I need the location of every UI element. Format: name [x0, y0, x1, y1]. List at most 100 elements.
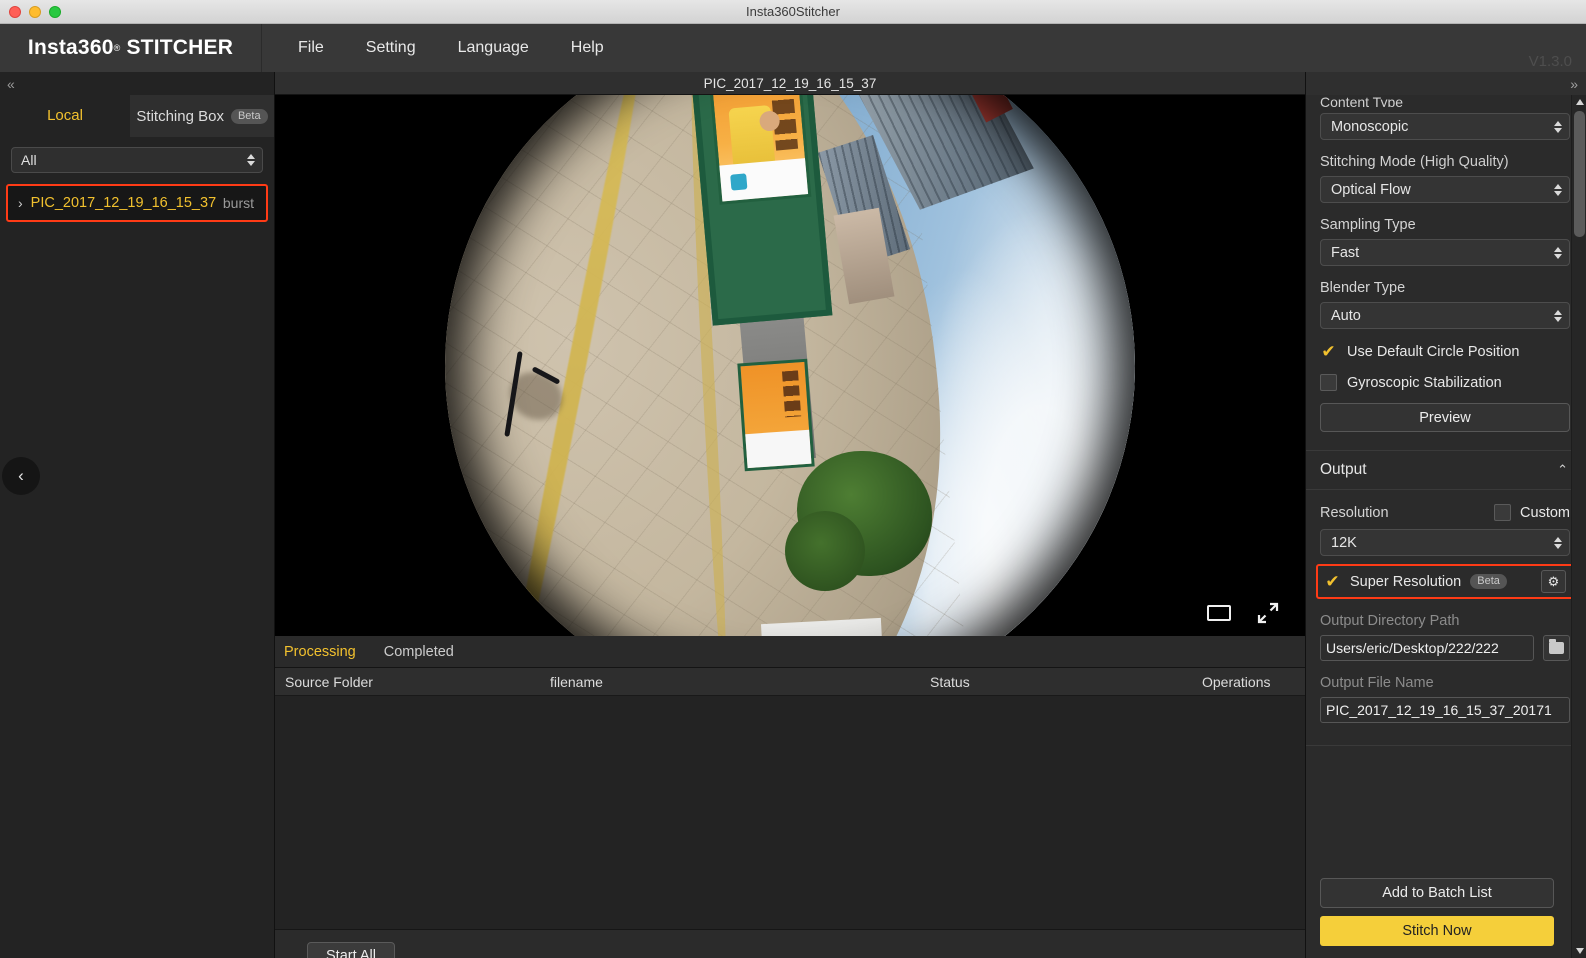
- use-default-circle-position-checkbox[interactable]: [1320, 343, 1337, 360]
- stitching-mode-label-text: Stitching Mode: [1320, 154, 1416, 170]
- menubar: Insta360® STITCHER File Setting Language…: [0, 24, 1586, 72]
- chevron-double-left-icon: «: [7, 76, 15, 92]
- beta-badge: Beta: [231, 109, 268, 124]
- settings-divider: [1306, 745, 1584, 746]
- menu-items: File Setting Language Help: [296, 35, 606, 61]
- stitching-mode-select[interactable]: Optical Flow: [1320, 176, 1570, 203]
- settings-panel: » Content Type Monoscopic Stitching Mode…: [1305, 72, 1586, 958]
- stepper-arrows-icon: [1554, 247, 1562, 259]
- flat-view-icon[interactable]: [1207, 605, 1231, 621]
- output-directory-input[interactable]: Users/eric/Desktop/222/222: [1320, 635, 1534, 661]
- output-section-header[interactable]: Output ⌃: [1306, 450, 1584, 490]
- content-type-value: Monoscopic: [1331, 119, 1408, 135]
- stepper-arrows-icon: [1554, 310, 1562, 322]
- lens-vignette: [445, 95, 1135, 636]
- page-title: PIC_2017_12_19_16_15_37: [704, 76, 877, 91]
- settings-scroll-region: Content Type Monoscopic Stitching Mode (…: [1306, 95, 1586, 958]
- output-directory-row: Users/eric/Desktop/222/222: [1320, 635, 1570, 661]
- stepper-arrows-icon: [247, 154, 255, 166]
- menu-language[interactable]: Language: [456, 35, 531, 61]
- file-filter-value: All: [21, 152, 37, 168]
- queue-table-header: Source Folder filename Status Operations: [275, 668, 1305, 696]
- chevron-up-icon[interactable]: ⌃: [1557, 462, 1568, 478]
- settings-actions: Add to Batch List Stitch Now: [1306, 878, 1570, 946]
- add-to-batch-list-button[interactable]: Add to Batch List: [1320, 878, 1554, 908]
- custom-resolution-toggle[interactable]: Custom: [1494, 504, 1570, 521]
- content-type-select[interactable]: Monoscopic: [1320, 113, 1570, 140]
- queue-table-body: [275, 696, 1305, 929]
- panel-collapse-handle[interactable]: ‹: [2, 457, 40, 495]
- column-header-status: Status: [920, 674, 1192, 690]
- preview-title-bar: PIC_2017_12_19_16_15_37: [275, 72, 1305, 95]
- chevron-double-right-icon: »: [1570, 76, 1578, 92]
- file-item-name: PIC_2017_12_19_16_15_37: [31, 195, 223, 211]
- stitching-mode-label: Stitching Mode (High Quality): [1320, 154, 1570, 170]
- stepper-arrows-icon: [1554, 184, 1562, 196]
- fisheye-viewport: [434, 95, 1146, 636]
- resolution-select[interactable]: 12K: [1320, 529, 1570, 556]
- preview-image: [445, 95, 1135, 636]
- column-header-source-folder: Source Folder: [275, 674, 540, 690]
- gear-icon[interactable]: ⚙: [1541, 570, 1566, 593]
- scrollbar-thumb[interactable]: [1574, 111, 1585, 237]
- scroll-up-arrow-icon[interactable]: [1572, 95, 1586, 109]
- left-sidebar: « Local Stitching Box Beta All › PIC_201…: [0, 72, 275, 958]
- blender-type-label: Blender Type: [1320, 280, 1570, 296]
- sidebar-collapse-button[interactable]: «: [0, 72, 274, 95]
- resolution-row: Resolution Custom: [1320, 504, 1570, 521]
- app-version: V1.3.0: [1529, 53, 1572, 70]
- content-type-label: Content Type: [1320, 95, 1570, 107]
- output-file-name-input[interactable]: PIC_2017_12_19_16_15_37_20171: [1320, 697, 1570, 723]
- output-file-name-label: Output File Name: [1320, 675, 1570, 691]
- tab-completed[interactable]: Completed: [384, 644, 454, 660]
- menu-setting[interactable]: Setting: [364, 35, 418, 61]
- resolution-value: 12K: [1331, 535, 1357, 551]
- sidebar-tabs: Local Stitching Box Beta: [0, 95, 274, 137]
- use-default-circle-position-label: Use Default Circle Position: [1347, 344, 1519, 360]
- filter-container: All: [0, 137, 274, 173]
- browse-folder-button[interactable]: [1543, 635, 1570, 661]
- stepper-arrows-icon: [1554, 121, 1562, 133]
- list-item[interactable]: › PIC_2017_12_19_16_15_37 burst: [6, 184, 268, 222]
- brand-trademark-icon: ®: [114, 43, 121, 53]
- queue-action-bar: Start All: [275, 929, 1305, 958]
- tab-local-label: Local: [47, 107, 83, 124]
- start-all-button[interactable]: Start All: [307, 942, 395, 958]
- menu-file[interactable]: File: [296, 35, 326, 61]
- preview-stage[interactable]: [275, 95, 1305, 636]
- stepper-arrows-icon: [1554, 537, 1562, 549]
- tab-stitching-box[interactable]: Stitching Box Beta: [130, 95, 274, 137]
- file-filter-select[interactable]: All: [11, 147, 263, 173]
- chevron-right-icon[interactable]: ›: [18, 195, 23, 211]
- use-default-circle-position-row[interactable]: Use Default Circle Position: [1320, 343, 1570, 360]
- center-column: PIC_2017_12_19_16_15_37: [275, 72, 1305, 958]
- settings-scrollbar[interactable]: [1571, 95, 1586, 958]
- sampling-type-value: Fast: [1331, 245, 1359, 261]
- settings-collapse-button[interactable]: »: [1306, 72, 1586, 95]
- super-resolution-checkbox[interactable]: [1324, 573, 1341, 590]
- tab-processing[interactable]: Processing: [284, 644, 356, 660]
- output-directory-label: Output Directory Path: [1320, 613, 1570, 629]
- gyroscopic-stabilization-checkbox[interactable]: [1320, 374, 1337, 391]
- stitch-now-button[interactable]: Stitch Now: [1320, 916, 1554, 946]
- menu-help[interactable]: Help: [569, 35, 606, 61]
- sampling-type-label: Sampling Type: [1320, 217, 1570, 233]
- preview-button[interactable]: Preview: [1320, 403, 1570, 432]
- fullscreen-icon[interactable]: [1257, 602, 1279, 624]
- app-window: Insta360Stitcher Insta360® STITCHER File…: [0, 0, 1586, 958]
- window-title: Insta360Stitcher: [0, 4, 1586, 19]
- blender-type-select[interactable]: Auto: [1320, 302, 1570, 329]
- super-resolution-label: Super Resolution: [1350, 574, 1461, 590]
- custom-resolution-checkbox[interactable]: [1494, 504, 1511, 521]
- column-header-operations: Operations: [1192, 674, 1305, 690]
- sampling-type-select[interactable]: Fast: [1320, 239, 1570, 266]
- queue-tabs: Processing Completed: [275, 636, 1305, 668]
- super-resolution-row[interactable]: Super Resolution Beta ⚙: [1316, 564, 1574, 599]
- gyroscopic-stabilization-row[interactable]: Gyroscopic Stabilization: [1320, 374, 1570, 391]
- gyroscopic-stabilization-label: Gyroscopic Stabilization: [1347, 375, 1502, 391]
- blender-type-value: Auto: [1331, 308, 1361, 324]
- file-item-tag: burst: [223, 195, 254, 211]
- chevron-left-icon: ‹: [18, 466, 24, 486]
- tab-local[interactable]: Local: [0, 95, 130, 137]
- scroll-down-arrow-icon[interactable]: [1572, 944, 1586, 958]
